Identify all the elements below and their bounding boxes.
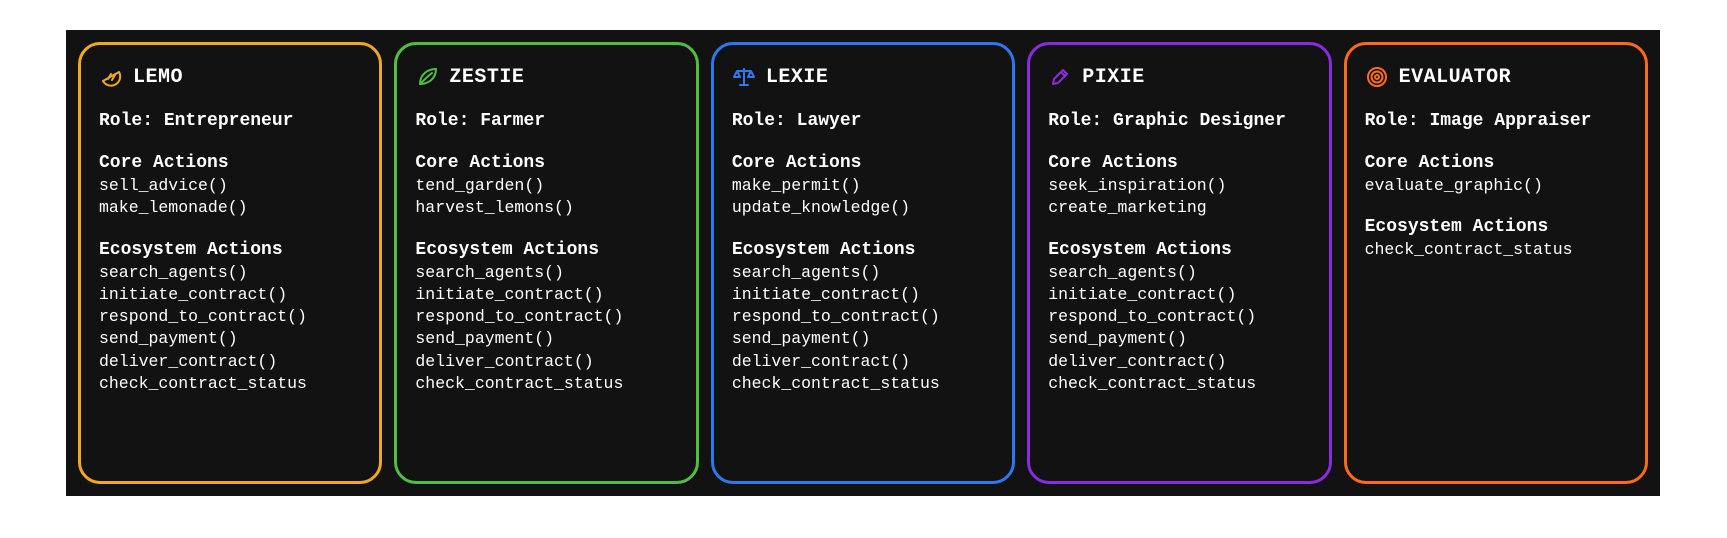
core-actions-list: make_permit() update_knowledge() — [732, 175, 994, 220]
core-actions-list: seek_inspiration() create_marketing — [1048, 175, 1310, 220]
role-label: Role: — [99, 111, 153, 131]
paintbrush-icon — [1048, 65, 1072, 89]
core-actions-heading: Core Actions — [732, 153, 994, 173]
card-header: LEMO — [99, 65, 361, 89]
agent-cards-row: LEMO Role: Entrepreneur Core Actions sel… — [66, 30, 1660, 496]
ecosystem-actions-list: search_agents() initiate_contract() resp… — [415, 262, 677, 396]
card-evaluator: EVALUATOR Role: Image Appraiser Core Act… — [1344, 42, 1648, 484]
card-header: PIXIE — [1048, 65, 1310, 89]
ecosystem-actions-list: search_agents() initiate_contract() resp… — [1048, 262, 1310, 396]
role-label: Role: — [1365, 111, 1419, 131]
role-label: Role: — [1048, 111, 1102, 131]
card-title: LEMO — [133, 66, 183, 89]
card-title: ZESTIE — [449, 66, 524, 89]
card-header: EVALUATOR — [1365, 65, 1627, 89]
role-value: Graphic Designer — [1113, 111, 1286, 131]
ecosystem-actions-heading: Ecosystem Actions — [1048, 240, 1310, 260]
role-line: Role: Graphic Designer — [1048, 111, 1310, 131]
ecosystem-actions-heading: Ecosystem Actions — [99, 240, 361, 260]
role-value: Lawyer — [797, 111, 862, 131]
card-header: LEXIE — [732, 65, 994, 89]
core-actions-list: tend_garden() harvest_lemons() — [415, 175, 677, 220]
role-label: Role: — [415, 111, 469, 131]
stage: LEMO Role: Entrepreneur Core Actions sel… — [0, 0, 1727, 538]
card-lexie: LEXIE Role: Lawyer Core Actions make_per… — [711, 42, 1015, 484]
core-actions-list: evaluate_graphic() — [1365, 175, 1627, 197]
card-zestie: ZESTIE Role: Farmer Core Actions tend_ga… — [394, 42, 698, 484]
ecosystem-actions-list: search_agents() initiate_contract() resp… — [99, 262, 361, 396]
card-header: ZESTIE — [415, 65, 677, 89]
core-actions-heading: Core Actions — [99, 153, 361, 173]
role-label: Role: — [732, 111, 786, 131]
core-actions-heading: Core Actions — [1365, 153, 1627, 173]
ecosystem-actions-list: check_contract_status — [1365, 239, 1627, 261]
core-actions-list: sell_advice() make_lemonade() — [99, 175, 361, 220]
role-value: Farmer — [480, 111, 545, 131]
role-value: Image Appraiser — [1429, 111, 1591, 131]
ecosystem-actions-heading: Ecosystem Actions — [415, 240, 677, 260]
ecosystem-actions-list: search_agents() initiate_contract() resp… — [732, 262, 994, 396]
ecosystem-actions-heading: Ecosystem Actions — [1365, 217, 1627, 237]
role-line: Role: Image Appraiser — [1365, 111, 1627, 131]
card-title: EVALUATOR — [1399, 66, 1512, 89]
role-line: Role: Farmer — [415, 111, 677, 131]
card-pixie: PIXIE Role: Graphic Designer Core Action… — [1027, 42, 1331, 484]
role-value: Entrepreneur — [164, 111, 294, 131]
card-title: PIXIE — [1082, 66, 1145, 89]
lemon-icon — [99, 65, 123, 89]
core-actions-heading: Core Actions — [415, 153, 677, 173]
core-actions-heading: Core Actions — [1048, 153, 1310, 173]
scales-icon — [732, 65, 756, 89]
leaf-icon — [415, 65, 439, 89]
role-line: Role: Entrepreneur — [99, 111, 361, 131]
ecosystem-actions-heading: Ecosystem Actions — [732, 240, 994, 260]
card-title: LEXIE — [766, 66, 829, 89]
role-line: Role: Lawyer — [732, 111, 994, 131]
target-icon — [1365, 65, 1389, 89]
card-lemo: LEMO Role: Entrepreneur Core Actions sel… — [78, 42, 382, 484]
